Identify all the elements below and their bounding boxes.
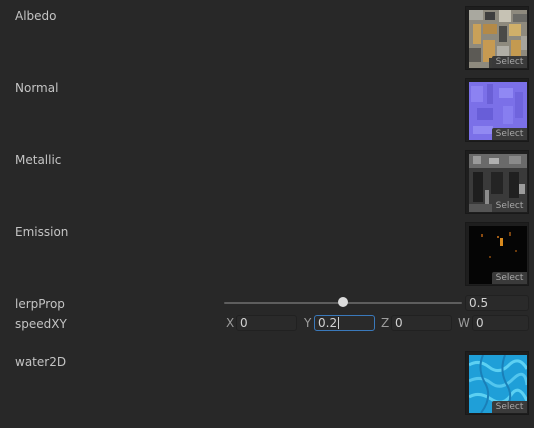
lerp-prop-value-field[interactable]: 0.5 (465, 295, 529, 311)
albedo-texture-slot[interactable]: Select (465, 6, 529, 70)
normal-texture-slot[interactable]: Select (465, 78, 529, 142)
speed-w-axis-label: W (458, 316, 470, 330)
metallic-label: Metallic (15, 153, 62, 167)
text-caret (338, 317, 340, 329)
normal-select-button[interactable]: Select (492, 128, 527, 140)
water2d-label: water2D (15, 355, 67, 369)
emission-select-button[interactable]: Select (492, 272, 527, 284)
normal-label: Normal (15, 81, 59, 95)
speed-y-value: 0.2 (318, 316, 338, 330)
speed-z-axis-label: Z (381, 316, 390, 330)
speed-x-axis-label: X (226, 316, 235, 330)
speed-xy-label: speedXY (15, 317, 67, 331)
water2d-texture-slot[interactable]: Select (465, 351, 529, 415)
speed-w-field[interactable]: 0 (472, 315, 529, 331)
speed-x-field[interactable]: 0 (236, 315, 297, 331)
metallic-select-button[interactable]: Select (492, 200, 527, 212)
lerp-prop-label: lerpProp (15, 297, 65, 311)
emission-texture-slot[interactable]: Select (465, 222, 529, 286)
emission-label: Emission (15, 225, 69, 239)
metallic-texture-slot[interactable]: Select (465, 150, 529, 214)
water2d-select-button[interactable]: Select (492, 401, 527, 413)
lerp-prop-slider-handle[interactable] (338, 297, 348, 307)
speed-y-axis-label: Y (304, 316, 312, 330)
speed-z-field[interactable]: 0 (391, 315, 452, 331)
speed-y-field[interactable]: 0.2 (314, 315, 375, 331)
albedo-label: Albedo (15, 9, 57, 23)
albedo-select-button[interactable]: Select (492, 56, 527, 68)
